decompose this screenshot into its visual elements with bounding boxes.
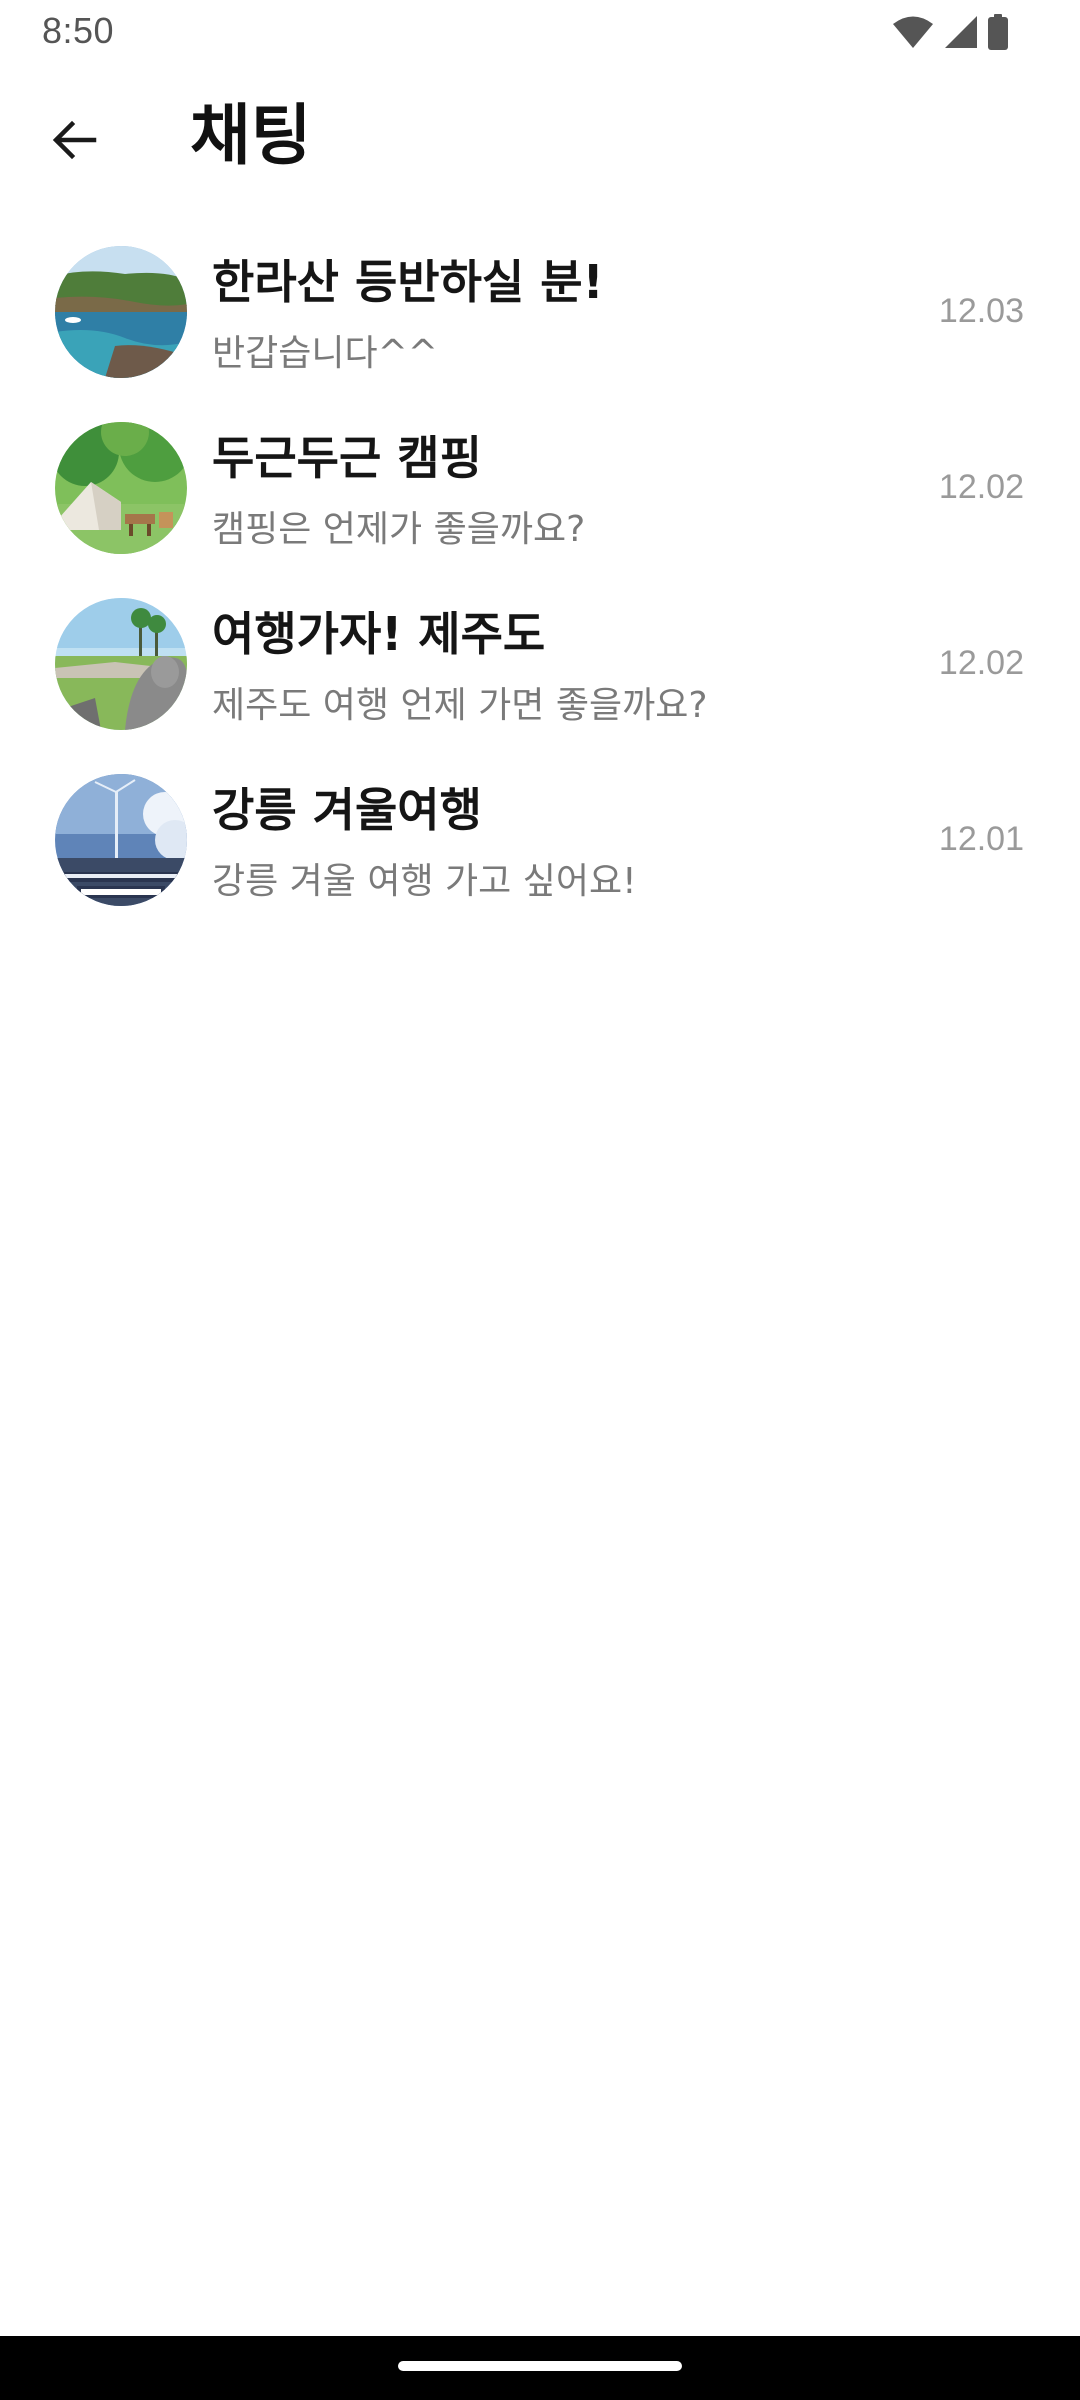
chat-preview: 제주도 여행 언제 가면 좋을까요? [212, 685, 708, 726]
chat-avatar-coastal-cliff [55, 246, 187, 378]
chat-item[interactable]: 두근두근 캠핑 캠핑은 언제가 좋을까요? 12.02 [0, 412, 1080, 588]
wifi-icon [892, 15, 934, 49]
signal-icon [944, 15, 978, 49]
home-indicator[interactable] [398, 2361, 682, 2371]
chat-title: 강릉 겨울여행 [212, 783, 482, 837]
chat-preview: 반갑습니다^^ [212, 333, 438, 374]
chat-preview: 캠핑은 언제가 좋을까요? [212, 509, 586, 550]
chat-title: 여행가자! 제주도 [212, 607, 546, 661]
chat-avatar-camping [55, 422, 187, 554]
app-bar: 채팅 [0, 64, 1080, 214]
chat-date: 12.02 [938, 644, 1024, 682]
chat-avatar-winter [55, 774, 187, 906]
chat-list: 한라산 등반하실 분! 반갑습니다^^ 12.03 두근두근 캠핑 캠핑은 언제… [0, 236, 1080, 940]
battery-icon [988, 14, 1008, 50]
status-icons [892, 12, 1008, 52]
chat-title: 두근두근 캠핑 [212, 431, 482, 485]
status-bar: 8:50 [0, 0, 1080, 64]
page-title: 채팅 [190, 97, 312, 174]
chat-title: 한라산 등반하실 분! [212, 255, 604, 309]
chat-preview: 강릉 겨울 여행 가고 싶어요! [212, 861, 637, 902]
chat-item[interactable]: 강릉 겨울여행 강릉 겨울 여행 가고 싶어요! 12.01 [0, 764, 1080, 940]
chat-avatar-jeju [55, 598, 187, 730]
status-time: 8:50 [42, 10, 115, 51]
back-button[interactable] [38, 106, 110, 178]
chat-item[interactable]: 한라산 등반하실 분! 반갑습니다^^ 12.03 [0, 236, 1080, 412]
navigation-bar [0, 2336, 1080, 2400]
chat-date: 12.03 [938, 292, 1024, 330]
arrow-left-icon [50, 116, 98, 168]
chat-date: 12.01 [938, 820, 1024, 858]
chat-date: 12.02 [938, 468, 1024, 506]
chat-item[interactable]: 여행가자! 제주도 제주도 여행 언제 가면 좋을까요? 12.02 [0, 588, 1080, 764]
